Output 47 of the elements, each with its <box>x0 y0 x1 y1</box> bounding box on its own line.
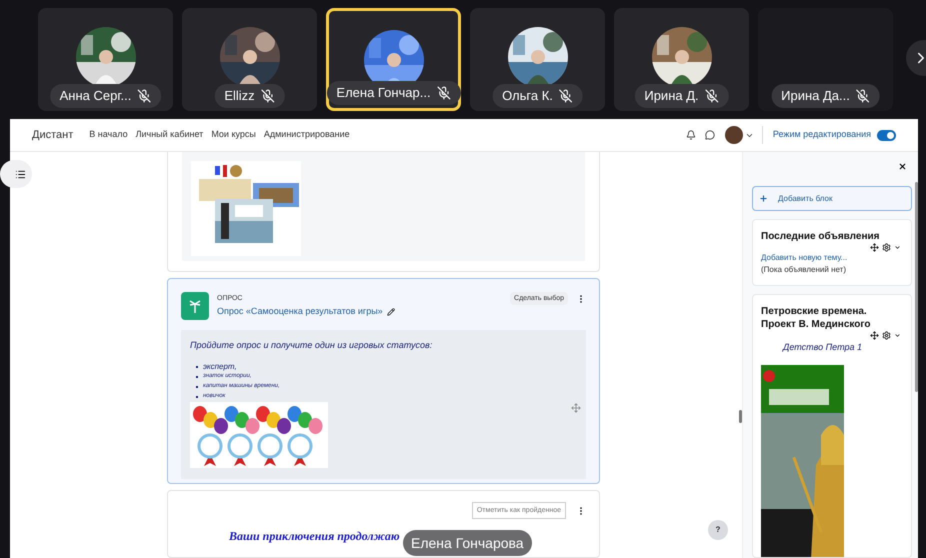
chevron-down-icon[interactable] <box>894 332 901 340</box>
heading-text: Ваши приключения продолжаю <box>229 528 400 546</box>
add-block-button[interactable]: Добавить блок <box>752 186 912 211</box>
help-button[interactable]: ? <box>708 520 728 540</box>
add-topic-link[interactable]: Добавить новую тему... <box>761 252 903 264</box>
pencil-icon[interactable] <box>386 308 395 316</box>
choice-icon <box>181 292 209 320</box>
speaker-label: Елена Гончарова <box>403 530 532 556</box>
participant-tile[interactable]: Анна Серг... <box>38 8 173 111</box>
name-label: Ellizz <box>214 84 285 108</box>
name-label: Ольга К. <box>492 84 583 108</box>
nav-link[interactable]: Мои курсы <box>211 128 256 142</box>
participant-tile[interactable]: Ольга К. <box>470 8 605 111</box>
participant-tile[interactable]: Ирина Да... <box>758 8 893 111</box>
nav-link[interactable]: В начало <box>89 128 128 142</box>
participant-tile[interactable]: Елена Гончар... <box>326 8 461 111</box>
intro-text: Пройдите опрос и получите один из игровых статусов: <box>190 339 434 352</box>
move-icon[interactable] <box>870 242 879 252</box>
video-link[interactable]: Детство Петра 1 <box>783 341 903 355</box>
name-label: Ирина Да... <box>771 84 880 108</box>
gear-icon[interactable] <box>882 242 891 252</box>
plus-icon <box>759 194 768 204</box>
drawer-toggle[interactable] <box>0 160 32 188</box>
activity-title[interactable]: Опрос «Самооценка результатов игры» <box>217 304 383 318</box>
resize-handle[interactable] <box>739 410 742 423</box>
chevron-down-icon[interactable] <box>894 244 901 251</box>
participant-tile[interactable]: Ирина Д. <box>614 8 749 111</box>
block-title: Петровские времена. Проект В. Мединского <box>761 305 872 332</box>
scrollbar[interactable] <box>915 182 918 392</box>
name-label: Елена Гончар... <box>326 81 461 105</box>
gear-icon[interactable] <box>882 331 891 340</box>
name-label: Ирина Д. <box>634 84 729 108</box>
empty-note: (Пока объявлений нет) <box>761 264 847 276</box>
bell-icon[interactable] <box>686 130 696 140</box>
participant-tile[interactable]: Ellizz <box>182 8 317 111</box>
user-avatar[interactable] <box>724 126 743 144</box>
move-icon[interactable] <box>870 331 879 340</box>
edit-mode-label: Режим редактирования <box>772 128 871 142</box>
status-item: эксперт, <box>203 360 237 373</box>
edit-mode-switch[interactable] <box>877 130 896 140</box>
site-name[interactable]: Дистант <box>32 126 74 144</box>
block-title: Последние объявления <box>761 230 880 243</box>
name-label: Анна Серг... <box>50 84 162 108</box>
chat-icon[interactable] <box>704 130 715 140</box>
close-icon[interactable] <box>898 162 907 171</box>
nav-link[interactable]: Администрирование <box>264 128 350 142</box>
nav-link[interactable]: Личный кабинет <box>136 128 204 142</box>
